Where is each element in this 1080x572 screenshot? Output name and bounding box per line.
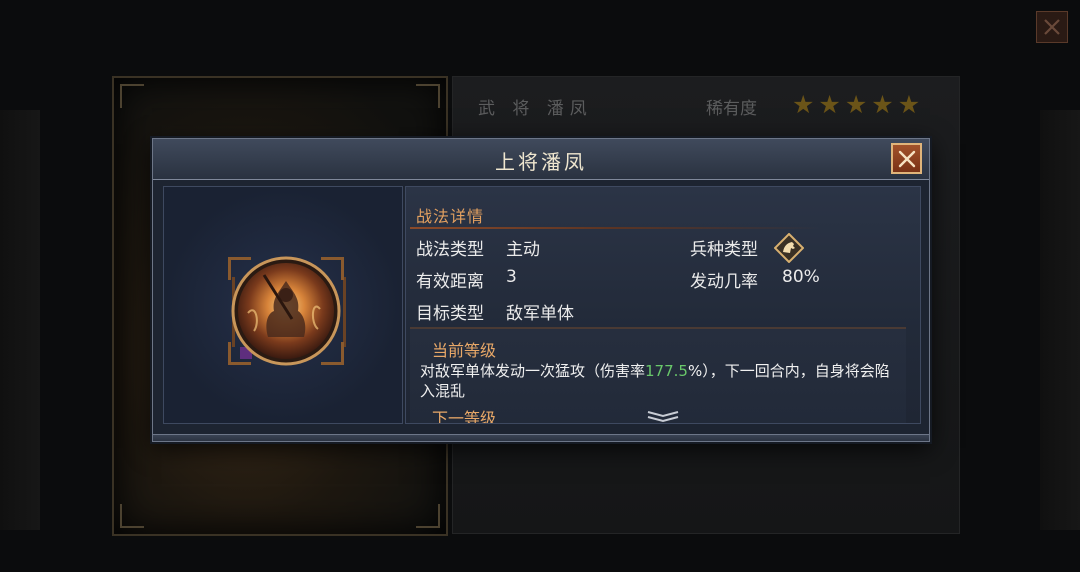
star-icon: ★ (897, 90, 921, 119)
current-level-description: 对敌军单体发动一次猛攻（伤害率177.5%），下一回合内，自身将会陷入混乱 (420, 361, 900, 401)
page-close-button[interactable] (1036, 11, 1068, 43)
bg-right-edge (1040, 110, 1080, 530)
modal-footer-trim (153, 434, 929, 441)
rarity-label: 稀有度 (706, 99, 757, 119)
target-label: 目标类型 (416, 304, 484, 324)
card-corner (120, 504, 144, 528)
trigger-rate-value: 80% (782, 267, 820, 287)
cavalry-icon[interactable] (774, 233, 804, 263)
unit-type-label: 兵种类型 (690, 240, 758, 260)
range-row: 有效距离 3 (416, 267, 517, 292)
star-icon: ★ (844, 90, 868, 119)
general-name-title: 武 将 潘凤 (478, 99, 593, 119)
damage-rate-value: 177.5 (645, 362, 688, 380)
section-heading: 战法详情 (416, 207, 485, 226)
trigger-rate-label: 发动几率 (690, 272, 758, 292)
modal-title: 上将潘凤 (495, 150, 587, 174)
range-label: 有效距离 (416, 272, 484, 292)
target-row: 目标类型 敌军单体 (416, 299, 574, 324)
trigger-rate-row: 发动几率 80% (690, 267, 820, 292)
card-corner (416, 84, 440, 108)
level-desc-text: 对敌军单体发动一次猛攻（伤害率 (420, 362, 646, 380)
star-icon: ★ (818, 90, 841, 119)
tactic-type-label: 战法类型 (416, 240, 484, 260)
tactic-detail-modal: 上将潘凤 战法详情 战法类型 主动 有效距离 3 目标类型 敌军单体 兵种类型 … (152, 138, 930, 442)
level-info-box: 当前等级 对敌军单体发动一次猛攻（伤害率177.5%），下一回合内，自身将会陷入… (410, 327, 906, 424)
unit-type-row: 兵种类型 (690, 235, 758, 260)
bg-left-edge (0, 110, 40, 530)
modal-close-button[interactable] (891, 143, 922, 174)
next-level-title: 下一等级 (432, 409, 497, 424)
card-corner (120, 84, 144, 108)
chevron-down-icon[interactable] (646, 409, 680, 423)
tactic-type-value: 主动 (506, 240, 540, 260)
tactic-type-row: 战法类型 主动 (416, 235, 540, 260)
target-value: 敌军单体 (506, 304, 574, 324)
star-icon: ★ (871, 90, 894, 119)
range-value: 3 (506, 267, 517, 287)
close-icon (1044, 19, 1060, 35)
card-corner (416, 504, 440, 528)
star-icon: ★ (792, 90, 815, 119)
skill-icon-panel (163, 186, 403, 424)
heading-divider (410, 227, 820, 229)
rarity-stars: ★ ★ ★ ★ ★ (792, 92, 920, 117)
current-level-title: 当前等级 (432, 341, 497, 360)
modal-header: 上将潘凤 (153, 139, 929, 180)
flame-warrior-icon[interactable] (228, 253, 344, 369)
close-icon (898, 150, 915, 167)
tactic-detail-panel: 战法详情 战法类型 主动 有效距离 3 目标类型 敌军单体 兵种类型 发动几率 … (405, 186, 921, 424)
